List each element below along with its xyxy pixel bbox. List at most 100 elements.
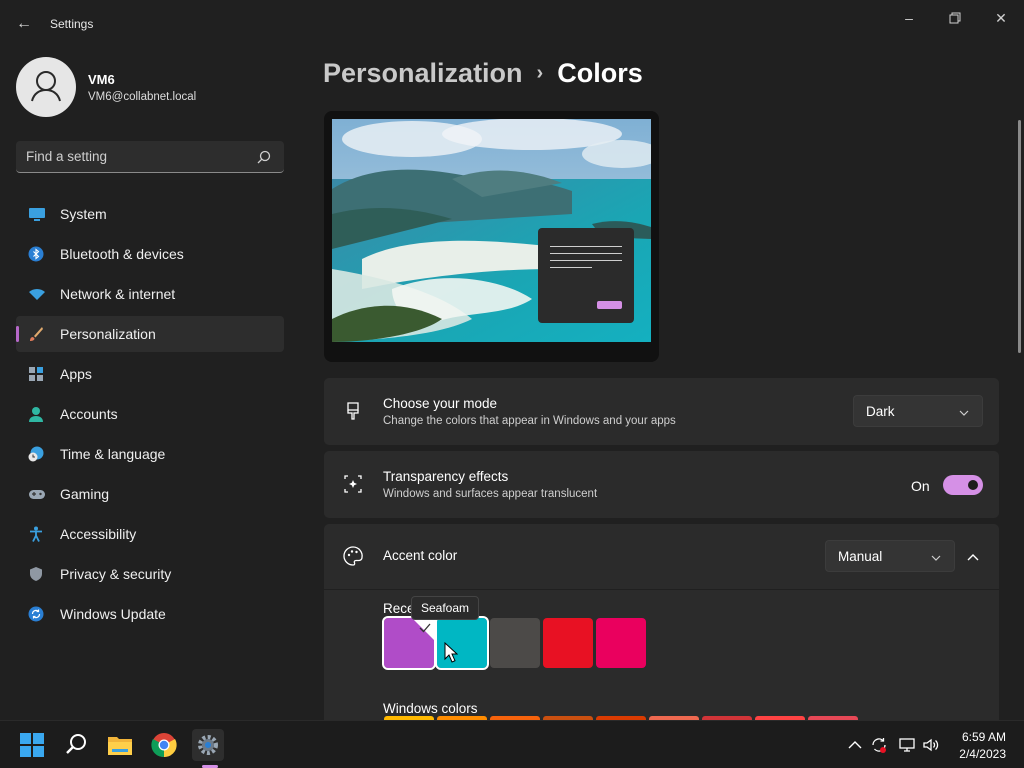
accessibility-icon	[28, 526, 44, 542]
toggle-state-label: On	[911, 478, 930, 494]
sidebar-item-label: Accessibility	[60, 526, 137, 542]
sidebar-item-personalization[interactable]: Personalization	[16, 316, 284, 352]
clock-globe-icon	[28, 446, 44, 462]
sidebar-item-label: Privacy & security	[60, 566, 172, 582]
breadcrumb-separator: ›	[536, 62, 544, 84]
breadcrumb-parent[interactable]: Personalization	[323, 58, 523, 88]
sidebar-item-label: Accounts	[60, 406, 118, 422]
recent-color-swatch[interactable]	[543, 618, 593, 668]
bluetooth-icon	[28, 246, 44, 262]
sidebar-nav: System Bluetooth & devices Network & int…	[16, 196, 284, 636]
title-bar: ← Settings – ✕	[0, 0, 1024, 48]
sidebar-item-time-language[interactable]: Time & language	[16, 436, 284, 472]
search-icon[interactable]	[256, 149, 272, 165]
clock-time[interactable]: 6:59 AM	[958, 730, 1006, 744]
file-explorer-icon[interactable]	[104, 729, 136, 761]
sidebar-item-label: Network & internet	[60, 286, 176, 302]
sidebar-item-label: System	[60, 206, 107, 222]
mode-description: Change the colors that appear in Windows…	[383, 415, 676, 427]
chevron-up-icon[interactable]	[966, 550, 980, 564]
accent-dropdown[interactable]: Manual	[825, 540, 955, 572]
sparkle-icon	[342, 473, 364, 495]
sidebar-item-label: Bluetooth & devices	[60, 246, 184, 262]
recent-colors-label: Rece	[383, 601, 415, 616]
clock-date[interactable]: 2/4/2023	[950, 747, 1006, 761]
transparency-title: Transparency effects	[383, 469, 509, 484]
recent-color-swatch[interactable]	[382, 616, 436, 670]
app-title: Settings	[50, 17, 94, 31]
sample-button	[597, 301, 622, 309]
minimize-icon[interactable]: –	[898, 8, 920, 28]
accounts-icon	[28, 406, 44, 422]
sample-line	[550, 246, 622, 247]
paint-bucket-icon	[342, 400, 364, 422]
avatar[interactable]	[16, 57, 76, 117]
mouse-cursor-icon	[444, 641, 459, 669]
volume-icon[interactable]	[922, 736, 940, 754]
sidebar-item-label: Apps	[60, 366, 92, 382]
settings-icon[interactable]	[192, 729, 224, 761]
mode-card: Choose your mode Change the colors that …	[324, 378, 999, 445]
search-input[interactable]: Find a setting	[26, 149, 107, 164]
brush-icon	[28, 326, 44, 342]
sidebar-item-label: Windows Update	[60, 606, 166, 622]
sample-line	[550, 260, 622, 261]
update-icon	[28, 606, 44, 622]
transparency-card: Transparency effects Windows and surface…	[324, 451, 999, 518]
sample-window	[538, 228, 634, 323]
mode-dropdown[interactable]: Dark	[853, 395, 983, 427]
recent-color-swatch[interactable]	[596, 618, 646, 668]
accent-title: Accent color	[383, 548, 458, 563]
recent-color-swatch[interactable]	[490, 618, 540, 668]
restore-icon[interactable]	[944, 8, 966, 28]
start-icon[interactable]	[16, 729, 48, 761]
accent-card: Accent color Manual	[324, 524, 999, 589]
sample-line	[550, 267, 592, 268]
mode-dropdown-value: Dark	[866, 404, 895, 419]
sidebar-item-gaming[interactable]: Gaming	[16, 476, 284, 512]
mode-title: Choose your mode	[383, 396, 498, 411]
chrome-icon[interactable]	[148, 729, 180, 761]
palette-icon	[342, 545, 364, 567]
sidebar-item-label: Personalization	[60, 326, 156, 342]
checkmark-icon	[419, 620, 431, 638]
transparency-description: Windows and surfaces appear translucent	[383, 488, 598, 500]
network-icon[interactable]	[898, 736, 916, 754]
search-box[interactable]: Find a setting	[16, 141, 284, 173]
theme-preview	[324, 111, 659, 362]
windows-colors-label: Windows colors	[383, 701, 478, 716]
taskbar: 6:59 AM 2/4/2023	[0, 720, 1024, 768]
page-title: Colors	[557, 58, 643, 88]
sidebar-item-label: Gaming	[60, 486, 110, 502]
gamepad-icon	[28, 486, 45, 502]
system-icon	[28, 206, 45, 222]
chevron-down-icon	[930, 551, 942, 563]
accent-dropdown-value: Manual	[838, 549, 883, 564]
sidebar-item-privacy[interactable]: Privacy & security	[16, 556, 284, 592]
active-indicator	[16, 326, 19, 342]
close-icon[interactable]: ✕	[990, 8, 1012, 28]
sidebar-item-windows-update[interactable]: Windows Update	[16, 596, 284, 632]
sidebar-item-bluetooth[interactable]: Bluetooth & devices	[16, 236, 284, 272]
wifi-icon	[28, 286, 45, 302]
chevron-down-icon	[958, 406, 970, 418]
transparency-toggle[interactable]	[943, 475, 983, 495]
color-tooltip: Seafoam	[411, 596, 480, 620]
sidebar-item-system[interactable]: System	[16, 196, 284, 232]
chevron-up-icon[interactable]	[846, 736, 864, 754]
scrollbar[interactable]	[1018, 120, 1021, 353]
sync-icon[interactable]	[870, 736, 888, 754]
back-arrow-icon[interactable]: ←	[14, 14, 34, 34]
shield-icon	[28, 566, 44, 582]
breadcrumb: Personalization › Colors	[323, 58, 643, 89]
sidebar-item-apps[interactable]: Apps	[16, 356, 284, 392]
sidebar-item-accounts[interactable]: Accounts	[16, 396, 284, 432]
sidebar-item-network[interactable]: Network & internet	[16, 276, 284, 312]
search-icon[interactable]	[60, 729, 92, 761]
sidebar-item-accessibility[interactable]: Accessibility	[16, 516, 284, 552]
user-email: VM6@collabnet.local	[88, 91, 197, 103]
sidebar-item-label: Time & language	[60, 446, 166, 462]
sample-line	[550, 253, 622, 254]
toggle-knob	[968, 480, 978, 490]
user-name: VM6	[88, 72, 115, 87]
